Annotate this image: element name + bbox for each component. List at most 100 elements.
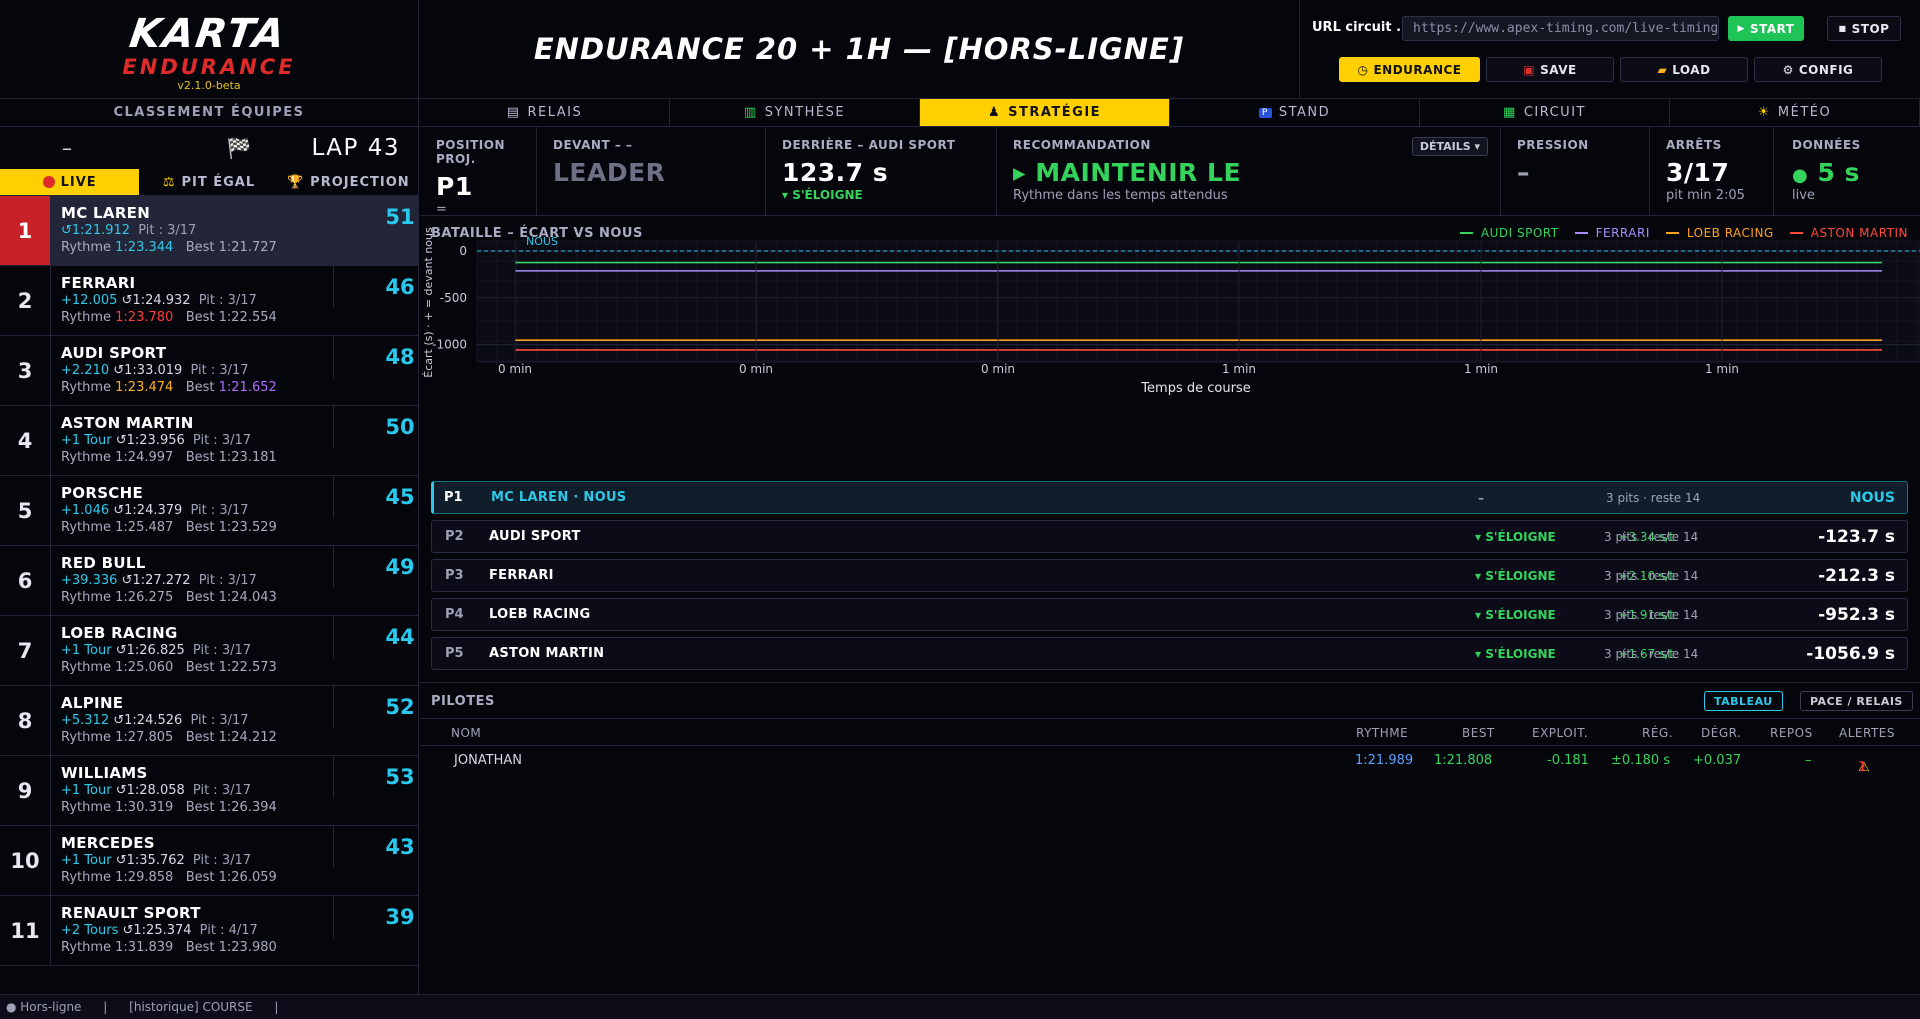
tab-live[interactable]: LIVE [0,169,140,195]
team-row[interactable]: 3 AUDI SPORT +2.210 ↺1:33.019 Pit : 3/17… [0,336,418,406]
derriere-trend: ▾ S'ÉLOIGNE [782,188,863,202]
chart-svg: 0 -500 -1000 NOUS 0 min 0 min 0 min 1 min 1 min 1… [422,227,1920,396]
team-row[interactable]: 11 RENAULT SPORT +2 Tours ↺1:25.374 Pit … [0,896,418,966]
team-position: 6 [0,546,51,615]
y-tick-label: -500 [440,291,467,305]
metric-devant: DEVANT – – LEADER [537,127,766,215]
sun-cloud-icon: ☀ [1757,105,1771,120]
play-icon: ▶ [1737,23,1745,34]
team-row[interactable]: 4 ASTON MARTIN +1 Tour ↺1:23.956 Pit : 3… [0,406,418,476]
session-mode: [historique] COURSE [129,1000,253,1014]
team-rythme: 1:23.344 [115,240,174,255]
session-title: ENDURANCE 20 + 1H — [HORS-LIGNE] [533,32,1185,66]
team-last-lap: 1:33.019 [124,363,183,378]
battle-gap: -212.3 s [1818,565,1895,586]
start-button[interactable]: ▶ START [1728,16,1804,41]
tab-strategie[interactable]: ♟ STRATÉGIE [920,99,1170,126]
tab-pace-relais[interactable]: PACE / RELAIS [1800,691,1913,711]
team-gap: +5.312 [61,713,110,728]
battle-row[interactable]: P3 FERRARI ▾ S'ÉLOIGNE +2.10 s/t 3 pits … [431,559,1908,592]
team-rythme: 1:23.780 [115,310,174,325]
team-row[interactable]: 8 ALPINE +5.312 ↺1:24.526 Pit : 3/17 Ryt… [0,686,418,756]
team-name: ALPINE [61,694,124,712]
team-gap: +39.336 [61,573,118,588]
controls-panel: URL circuit . https://www.apex-timing.co… [1299,0,1920,99]
stop-button[interactable]: ■ STOP [1827,16,1901,41]
team-position: 1 [0,196,51,265]
tab-meteo[interactable]: ☀ MÉTÉO [1670,99,1920,126]
team-row[interactable]: 7 LOEB RACING +1 Tour ↺1:26.825 Pit : 3/… [0,616,418,686]
team-name: AUDI SPORT [61,344,167,362]
team-last-lap: 1:26.825 [126,643,185,658]
tab-stand[interactable]: P STAND [1170,99,1420,126]
team-laps: 52 [333,686,418,728]
team-gap: +12.005 [61,293,118,308]
team-rythme: 1:31.839 [115,940,174,955]
team-pit: Pit : 4/17 [199,923,258,938]
stop-icon: ■ [1838,24,1847,33]
metric-position: POSITION PROJ. P1 = [420,127,537,217]
team-rythme: 1:24.997 [115,450,174,465]
brand-karta: KARTA [126,11,290,57]
team-rythme: 1:30.319 [115,800,174,815]
team-last-lap: 1:24.379 [124,503,183,518]
stopwatch-icon: ↺ [113,713,125,728]
gear-icon: ⚙ [1782,62,1794,77]
team-position: 3 [0,336,51,405]
battle-position: P4 [445,607,464,622]
team-last-lap: 1:35.762 [126,853,185,868]
pilot-row[interactable]: JONATHAN 1:21.989 1:21.808 -0.181 ±0.180… [420,746,1920,775]
team-row[interactable]: 5 PORSCHE +1.046 ↺1:24.379 Pit : 3/17 Ry… [0,476,418,546]
tab-projection[interactable]: 🏆 PROJECTION [279,169,418,195]
team-row[interactable]: 9 WILLIAMS +1 Tour ↺1:28.058 Pit : 3/17 … [0,756,418,826]
url-label: URL circuit . [1312,20,1402,35]
team-row[interactable]: 6 RED BULL +39.336 ↺1:27.272 Pit : 3/17 … [0,546,418,616]
load-button[interactable]: ▰ LOAD [1620,57,1748,82]
tab-synthese[interactable]: ▥ SYNTHÈSE [670,99,920,126]
team-row[interactable]: 2 FERRARI +12.005 ↺1:24.932 Pit : 3/17 R… [0,266,418,336]
team-last-lap: 1:28.058 [126,783,185,798]
endurance-mode-button[interactable]: ◷ ENDURANCE [1339,57,1480,82]
tab-circuit[interactable]: ▦ CIRCUIT [1420,99,1670,126]
team-pit: Pit : 3/17 [192,643,252,658]
bar-chart-icon: ▥ [743,105,758,120]
url-input[interactable]: https://www.apex-timing.com/live-timing/… [1402,16,1719,41]
config-button[interactable]: ⚙ CONFIG [1754,57,1882,82]
battle-row[interactable]: P1 MC LAREN · NOUS – – 3 pits · reste 14… [431,481,1908,514]
team-laps: 45 [333,476,418,518]
team-pit: Pit : 3/17 [190,713,249,728]
recommandation-value: ▸ MAINTENIR LE [1013,158,1242,187]
battle-chart: BATAILLE – ÉCART VS NOUS AUDI SPORT FERRA… [420,216,1920,474]
battle-row[interactable]: P5 ASTON MARTIN ▾ S'ÉLOIGNE +1.67 s/t 3 … [431,637,1908,670]
team-row[interactable]: 10 MERCEDES +1 Tour ↺1:35.762 Pit : 3/17… [0,826,418,896]
team-gap: +2.210 [61,363,110,378]
battle-position: P3 [445,568,464,583]
lap-counter: LAP 43 [311,135,400,161]
team-best: 1:21.727 [218,240,277,255]
metric-derriere: DERRIÈRE – AUDI SPORT 123.7 s ▾ S'ÉLOIGN… [766,127,997,215]
tab-relais[interactable]: ▤ RELAIS [420,99,670,126]
team-row[interactable]: 1 MC LAREN ↺1:21.912 Pit : 3/17 Rythme 1… [0,196,418,266]
save-icon: ▣ [1523,62,1536,77]
team-last-lap: 1:21.912 [71,223,131,238]
team-best: 1:23.980 [218,940,277,955]
stopwatch-icon: ↺ [115,853,127,868]
team-position: 8 [0,686,51,755]
team-laps: 50 [333,406,418,448]
app-root: KARTA ENDURANCE v2.1.0-beta ENDURANCE 20… [0,0,1920,1019]
details-button[interactable]: DÉTAILS ▾ [1411,137,1488,156]
team-pit: Pit : 3/17 [192,783,252,798]
battle-row[interactable]: P2 AUDI SPORT ▾ S'ÉLOIGNE +3.34 s/t 3 pi… [431,520,1908,553]
stopwatch-icon: ↺ [115,643,127,658]
pilots-panel: PILOTES TABLEAU PACE / RELAIS NOM RYTHME… [420,682,1920,994]
tab-pit-egal[interactable]: ⚖ PIT ÉGAL [139,169,278,195]
parking-icon: P [1258,107,1272,118]
team-position: 9 [0,756,51,825]
clipboard-icon: ▤ [506,105,521,120]
battle-row[interactable]: P4 LOEB RACING ▾ S'ÉLOIGNE +1.91 s/t 3 p… [431,598,1908,631]
live-status-dot-icon: ● [1792,165,1809,186]
pilot-name: JONATHAN [454,753,523,768]
metric-donnees: DONNÉES ● 5 s live [1792,138,1861,203]
save-button[interactable]: ▣ SAVE [1486,57,1614,82]
tab-tableau[interactable]: TABLEAU [1704,691,1783,711]
